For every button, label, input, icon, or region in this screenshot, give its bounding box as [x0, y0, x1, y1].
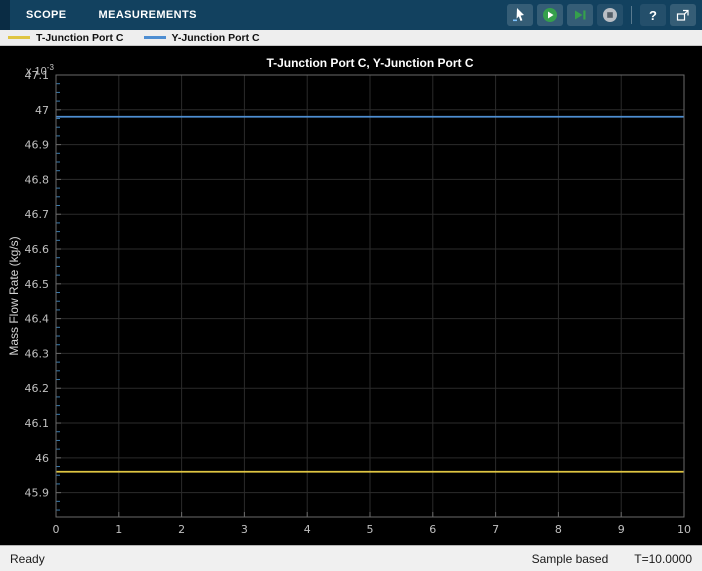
dock-button[interactable]	[670, 4, 696, 26]
svg-text:0: 0	[53, 523, 60, 536]
dock-icon	[676, 9, 689, 21]
cursor-pointer-icon	[513, 8, 524, 22]
help-icon: ?	[649, 7, 657, 23]
stop-icon	[603, 8, 617, 22]
svg-text:46.2: 46.2	[25, 382, 50, 395]
run-button[interactable]	[537, 4, 563, 26]
svg-text:3: 3	[241, 523, 248, 536]
stop-button[interactable]	[597, 4, 623, 26]
toolbar-actions: ?	[503, 4, 702, 26]
svg-text:46.5: 46.5	[25, 278, 50, 291]
svg-text:46.1: 46.1	[25, 417, 50, 430]
step-forward-icon	[575, 10, 586, 20]
legend-item-t-junction[interactable]: T-Junction Port C	[8, 32, 124, 44]
toolbar-divider	[631, 6, 632, 24]
svg-text:46.8: 46.8	[25, 173, 50, 186]
svg-text:1: 1	[115, 523, 122, 536]
plot-title: T-Junction Port C, Y-Junction Port C	[266, 56, 474, 70]
svg-text:46.9: 46.9	[25, 139, 50, 152]
toolstrip: SCOPE MEASUREMENTS ?	[0, 0, 702, 30]
plot-canvas[interactable]: 0 1 2 3 4 5 6 7 8 9 10 45.9 46 46.1 46.2 46.3 46.4 46.5 46…	[0, 46, 702, 545]
stepping-options-button[interactable]	[507, 4, 533, 26]
legend-bar: T-Junction Port C Y-Junction Port C	[0, 30, 702, 46]
legend-swatch-t-junction	[8, 36, 30, 39]
run-icon	[543, 8, 557, 22]
status-right-group: Sample based T=10.0000	[532, 552, 692, 566]
svg-text:46.6: 46.6	[25, 243, 50, 256]
status-sample-mode: Sample based	[531, 551, 609, 566]
svg-text:8: 8	[555, 523, 562, 536]
svg-text:47: 47	[35, 104, 49, 117]
legend-item-y-junction[interactable]: Y-Junction Port C	[143, 31, 260, 44]
svg-text:46.4: 46.4	[25, 313, 50, 326]
legend-swatch-y-junction	[143, 36, 166, 39]
status-ready: Ready	[10, 551, 45, 566]
help-button[interactable]: ?	[640, 4, 666, 26]
svg-text:46: 46	[35, 452, 49, 465]
svg-text:10: 10	[677, 523, 691, 536]
y-axis-label: Mass Flow Rate (kg/s)	[7, 236, 21, 356]
figure-area: 0 1 2 3 4 5 6 7 8 9 10 45.9 46 46.1 46.2 46.3 46.4 46.5 46…	[0, 46, 702, 545]
step-forward-button[interactable]	[567, 4, 593, 26]
legend-label-y-junction: Y-Junction Port C	[171, 31, 260, 44]
svg-text:5: 5	[367, 523, 374, 536]
svg-text:4: 4	[304, 523, 311, 536]
svg-text:46.3: 46.3	[25, 347, 50, 360]
status-bar: Ready Sample based T=10.0000	[0, 545, 702, 571]
y-axis-exponent-label: x 10-3	[26, 63, 54, 78]
scope-window: SCOPE MEASUREMENTS ? T-Junction Port C Y…	[0, 0, 702, 571]
svg-text:7: 7	[492, 523, 499, 536]
tab-measurements[interactable]: MEASUREMENTS	[83, 0, 213, 30]
svg-text:45.9: 45.9	[25, 487, 50, 500]
status-sim-time: T=10.0000	[634, 551, 692, 566]
tab-scope[interactable]: SCOPE	[10, 0, 83, 30]
legend-label-t-junction: T-Junction Port C	[36, 31, 124, 44]
svg-text:9: 9	[618, 523, 625, 536]
window-corner	[0, 0, 10, 30]
svg-text:2: 2	[178, 523, 185, 536]
svg-text:6: 6	[429, 523, 436, 536]
svg-text:46.7: 46.7	[25, 208, 50, 221]
